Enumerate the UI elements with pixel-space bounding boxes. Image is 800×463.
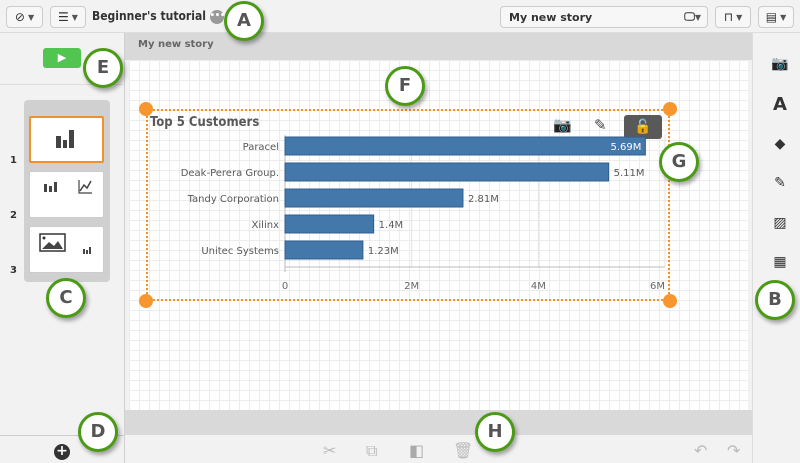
bar-chart-icon	[44, 182, 57, 192]
add-slide-button[interactable]: +	[54, 444, 70, 460]
callout-f: F	[385, 66, 425, 106]
category-label: Paracel	[243, 142, 279, 153]
slide-thumbnail-2[interactable]	[29, 171, 104, 218]
category-label: Xilinx	[252, 220, 280, 231]
callout-b: B	[755, 280, 795, 320]
bar-chart-icon	[83, 247, 91, 254]
slide-thumbnail-3[interactable]	[29, 226, 104, 273]
bookmark-icon: ⊓	[723, 10, 734, 24]
chevron-down-icon: ▼	[27, 12, 35, 22]
effects-icon[interactable]: ✎	[770, 175, 790, 191]
bar	[284, 136, 646, 156]
callout-c: C	[46, 278, 86, 318]
shapes-icon[interactable]: ◆	[770, 136, 790, 152]
undo-icon[interactable]: ↶	[694, 441, 707, 460]
bar	[284, 214, 375, 234]
callout-e: E	[83, 48, 123, 88]
cut-icon[interactable]: ✂	[323, 441, 336, 460]
slide-number: 2	[10, 210, 17, 221]
presentation-icon[interactable]: 🖵▼	[684, 10, 701, 24]
play-story-button[interactable]: ▶	[43, 48, 81, 68]
chevron-down-icon: ▼	[736, 12, 743, 22]
app-title: Beginner's tutorial •••	[92, 9, 226, 24]
data-label: 1.4M	[379, 220, 404, 231]
bar	[284, 240, 364, 260]
category-label: Unitec Systems	[201, 246, 279, 257]
bottom-toolbar	[125, 435, 752, 463]
data-label: 5.69M	[610, 142, 641, 153]
bar	[284, 188, 464, 208]
x-tick-label: 4M	[531, 281, 546, 292]
x-tick-label: 2M	[404, 281, 419, 292]
data-label: 2.81M	[468, 194, 499, 205]
image-icon	[39, 233, 66, 252]
snapshot-icon[interactable]: 📷	[770, 56, 790, 72]
sheets-button[interactable]: ▤ ▼	[758, 6, 794, 28]
bookmark-button[interactable]: ⊓ ▼	[715, 6, 751, 28]
resize-handle[interactable]	[663, 102, 677, 116]
category-label: Deak-Perera Group.	[181, 168, 279, 179]
more-icon[interactable]: •••	[209, 9, 225, 24]
callout-d: D	[78, 412, 118, 452]
text-icon[interactable]: A	[770, 94, 790, 115]
slide-number: 1	[10, 155, 17, 166]
slide-thumbnails	[24, 100, 110, 282]
x-tick-label: 6M	[650, 281, 665, 292]
chart-title: Top 5 Customers	[150, 115, 260, 130]
slide-number: 3	[10, 265, 17, 276]
callout-a: A	[224, 1, 264, 41]
chevron-down-icon: ▼	[780, 12, 787, 22]
redo-icon[interactable]: ↷	[727, 441, 740, 460]
bring-forward-icon[interactable]: ◧	[409, 441, 424, 460]
menu-button[interactable]: ☰ ▼	[50, 6, 86, 28]
media-icon[interactable]: ▨	[770, 215, 790, 231]
callout-h: H	[475, 412, 515, 452]
story-title: My new story	[138, 39, 214, 50]
data-label: 1.23M	[368, 246, 399, 257]
delete-icon[interactable]: 🗑	[453, 441, 473, 460]
resize-handle[interactable]	[139, 102, 153, 116]
slide-thumbnail-1[interactable]	[29, 116, 104, 163]
x-tick-label: 0	[282, 281, 288, 292]
bar	[284, 162, 610, 182]
story-header	[125, 33, 752, 60]
canvas-footer	[125, 410, 752, 435]
navigation-button[interactable]: ⊘ ▼	[6, 6, 43, 28]
sheet-icon[interactable]: ▦	[770, 254, 790, 270]
data-label: 5.11M	[614, 168, 645, 179]
chevron-down-icon: ▼	[71, 12, 78, 22]
copy-icon[interactable]: ⧉	[366, 441, 377, 461]
sheets-icon: ▤	[765, 10, 778, 24]
category-label: Tandy Corporation	[187, 194, 279, 205]
callout-g: G	[659, 142, 699, 182]
list-icon: ☰	[58, 10, 69, 24]
story-selector[interactable]: My new story 🖵▼	[500, 6, 708, 28]
bar-chart[interactable]: 0 2M 4M 6M Paracel 5.69M Deak-Perera Group. 5.1…	[150, 130, 670, 300]
compass-icon: ⊘	[14, 10, 25, 24]
